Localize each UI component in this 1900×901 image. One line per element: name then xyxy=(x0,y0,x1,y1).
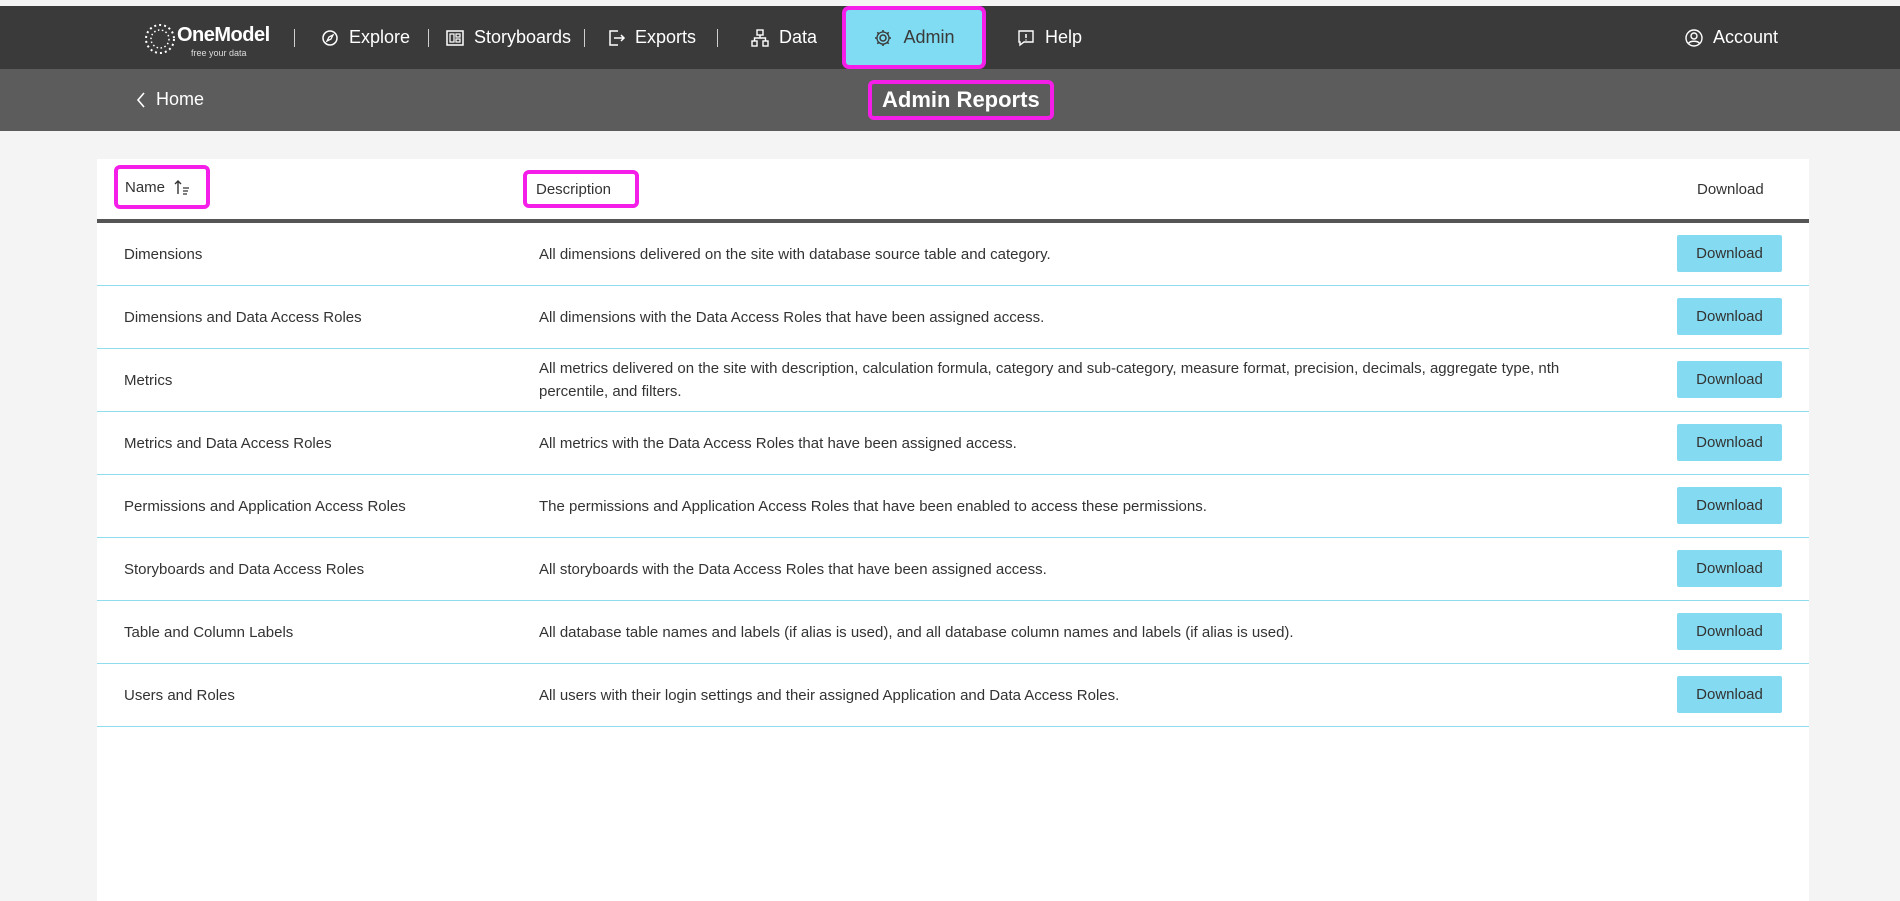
report-name: Dimensions xyxy=(124,245,203,263)
table-row: Dimensions and Data Access Roles All dim… xyxy=(97,286,1809,349)
table-header: Name Description Download xyxy=(97,159,1809,223)
user-circle-icon xyxy=(1685,28,1703,47)
report-name: Permissions and Application Access Roles xyxy=(124,497,406,515)
report-name: Metrics and Data Access Roles xyxy=(124,434,332,452)
report-name: Storyboards and Data Access Roles xyxy=(124,560,365,578)
nav-admin[interactable]: Admin xyxy=(842,6,986,69)
onemodel-logo[interactable]: OneModel free your data xyxy=(143,17,270,62)
download-button[interactable]: Download xyxy=(1677,361,1782,398)
logo-mark-icon xyxy=(145,24,175,54)
nav-divider xyxy=(428,29,429,47)
home-breadcrumb[interactable]: Home xyxy=(136,89,204,110)
column-header-description-label: Description xyxy=(536,180,612,198)
table-row: Permissions and Application Access Roles… xyxy=(97,475,1809,538)
sort-ascending-icon[interactable] xyxy=(173,178,191,196)
nav-divider xyxy=(294,29,295,47)
sub-header: Home Admin Reports xyxy=(0,69,1900,131)
nav-help[interactable]: Help xyxy=(1016,6,1082,69)
table-row: Metrics and Data Access Roles All metric… xyxy=(97,412,1809,475)
report-name: Dimensions and Data Access Roles xyxy=(124,308,362,326)
table-row: Metrics All metrics delivered on the sit… xyxy=(97,349,1809,412)
table-row: Storyboards and Data Access Roles All st… xyxy=(97,538,1809,601)
download-button[interactable]: Download xyxy=(1677,487,1782,524)
column-header-download: Download xyxy=(1697,181,1764,198)
report-description: All dimensions with the Data Access Role… xyxy=(539,308,1045,326)
reports-table: Name Description Download Dimensions All… xyxy=(97,159,1809,901)
report-name: Metrics xyxy=(124,371,173,389)
nav-help-label: Help xyxy=(1045,27,1083,47)
report-name: Table and Column Labels xyxy=(124,623,294,641)
report-description: All database table names and labels (if … xyxy=(539,623,1294,641)
top-nav-bar: OneModel free your data Explore Storyboa… xyxy=(0,6,1900,69)
nav-divider xyxy=(584,29,585,47)
chevron-left-icon xyxy=(136,91,145,108)
table-row: Users and Roles All users with their log… xyxy=(97,664,1809,727)
storyboard-icon xyxy=(446,29,464,46)
export-icon xyxy=(609,29,626,46)
nav-admin-label: Admin xyxy=(903,27,955,47)
column-header-name-label: Name xyxy=(125,178,166,196)
column-header-name[interactable]: Name xyxy=(114,165,210,209)
report-description: All users with their login settings and … xyxy=(539,686,1120,704)
logo-text: OneModel xyxy=(177,24,270,46)
download-button[interactable]: Download xyxy=(1677,676,1782,713)
column-header-description[interactable]: Description xyxy=(523,170,639,208)
data-hierarchy-icon xyxy=(751,28,769,47)
nav-exports[interactable]: Exports xyxy=(606,6,696,69)
report-description: The permissions and Application Access R… xyxy=(539,497,1207,515)
nav-data-label: Data xyxy=(779,27,818,47)
report-description: All storyboards with the Data Access Rol… xyxy=(539,560,1047,578)
table-row: Dimensions All dimensions delivered on t… xyxy=(97,223,1809,286)
gear-icon xyxy=(875,29,892,46)
nav-storyboards[interactable]: Storyboards xyxy=(445,6,571,69)
page-title: Admin Reports xyxy=(868,80,1054,120)
nav-storyboards-label: Storyboards xyxy=(474,27,572,47)
help-bubble-icon xyxy=(1018,29,1034,46)
download-button[interactable]: Download xyxy=(1677,298,1782,335)
table-row: Table and Column Labels All database tab… xyxy=(97,601,1809,664)
home-label: Home xyxy=(156,89,205,109)
account-label: Account xyxy=(1713,27,1779,47)
download-button[interactable]: Download xyxy=(1677,424,1782,461)
download-button[interactable]: Download xyxy=(1677,613,1782,650)
report-description: All metrics with the Data Access Roles t… xyxy=(539,434,1017,452)
download-button[interactable]: Download xyxy=(1677,235,1782,272)
account-menu[interactable]: Account xyxy=(1684,6,1778,69)
logo-tagline: free your data xyxy=(191,48,247,58)
report-description: All dimensions delivered on the site wit… xyxy=(539,245,1051,263)
nav-divider xyxy=(717,29,718,47)
nav-explore-label: Explore xyxy=(349,27,411,47)
report-description: All metrics delivered on the site with d… xyxy=(539,360,1560,400)
nav-exports-label: Exports xyxy=(635,27,697,47)
report-name: Users and Roles xyxy=(124,686,235,704)
download-button[interactable]: Download xyxy=(1677,550,1782,587)
compass-icon xyxy=(322,29,338,46)
nav-explore[interactable]: Explore xyxy=(320,6,410,69)
nav-data[interactable]: Data xyxy=(750,6,817,69)
